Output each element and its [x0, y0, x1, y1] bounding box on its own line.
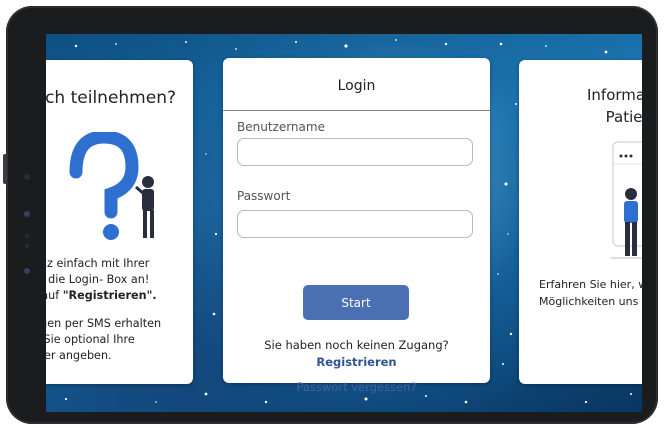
card-text-line: ber die Login- Box an! [46, 273, 150, 286]
start-button[interactable]: Start [303, 285, 409, 320]
card-title-line: Patie [605, 108, 642, 126]
login-card: Login Benutzername Passwort Start Sie ha… [223, 58, 490, 394]
card-text-line: ungen per SMS erhalten [46, 317, 162, 330]
card-text-line: en Sie optional Ihre [46, 333, 135, 346]
card-text-line: nmer angeben. [46, 349, 112, 362]
person-illustration [611, 141, 642, 259]
username-input[interactable] [237, 138, 473, 166]
card-body: Erfahren Sie hier, w Möglichkeiten uns [539, 276, 642, 310]
register-emphasis: "Registrieren". [62, 289, 157, 302]
card-text-line: Möglichkeiten uns [539, 295, 639, 308]
sensor-dot [24, 268, 30, 274]
card-text-line: Erfahren Sie hier, w [539, 278, 642, 291]
info-card-patients: Informa Patie Erfahren Sie hier, w Mögli… [519, 60, 642, 384]
password-input[interactable] [237, 210, 473, 238]
card-body: ganz einfach mit Ihrer ber die Login- Bo… [46, 256, 191, 376]
card-text-line: ganz einfach mit Ihrer [46, 257, 150, 270]
card-title: ch teilnehmen? [46, 88, 176, 108]
question-mark-illustration [69, 132, 154, 240]
camera-dot [24, 174, 30, 180]
username-label: Benutzername [237, 120, 325, 134]
screen: ch teilnehmen? ganz einfach mit Ihrer be… [46, 34, 642, 412]
card-title: Informa Patie [587, 84, 642, 128]
sensor-dot [25, 234, 29, 238]
sensor-dot [24, 211, 30, 217]
card-title-line: Informa [587, 86, 642, 104]
card-text-line: ür auf [46, 289, 60, 302]
divider [223, 110, 490, 111]
sensor-dot [25, 244, 29, 248]
no-access-text: Sie haben noch keinen Zugang? [264, 338, 449, 352]
register-link[interactable]: Registrieren [223, 355, 490, 369]
volume-button [3, 154, 7, 184]
tablet-frame: ch teilnehmen? ganz einfach mit Ihrer be… [3, 6, 658, 424]
forgot-password-link[interactable]: Passwort vergessen? [223, 380, 490, 394]
info-card-participate: ch teilnehmen? ganz einfach mit Ihrer be… [46, 60, 193, 384]
login-title: Login [337, 78, 376, 94]
password-label: Passwort [237, 189, 291, 203]
